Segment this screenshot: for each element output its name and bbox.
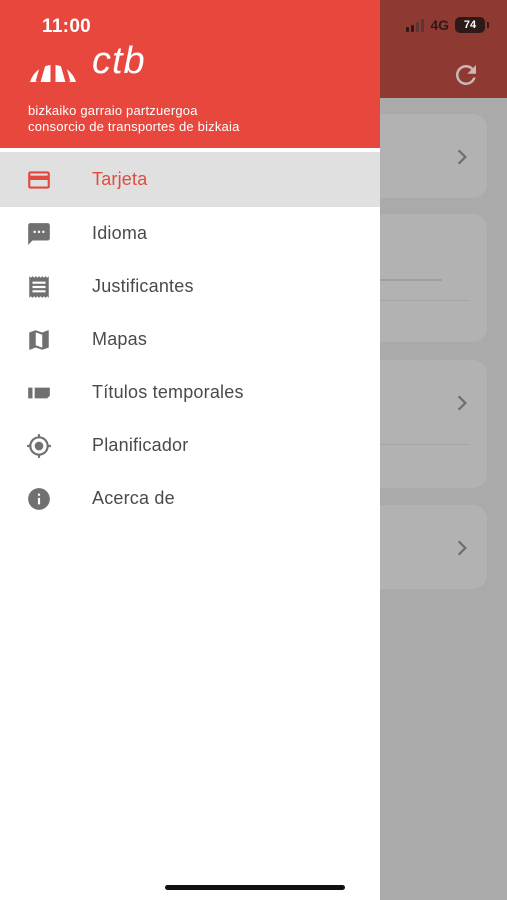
menu-item-acerca-de[interactable]: Acerca de xyxy=(0,472,380,525)
menu-item-idioma[interactable]: Idioma xyxy=(0,207,380,260)
status-time: 11:00 xyxy=(42,16,92,37)
refresh-icon[interactable] xyxy=(451,60,481,90)
info-icon xyxy=(26,486,52,512)
map-icon xyxy=(26,327,52,353)
menu-item-label: Acerca de xyxy=(92,488,175,508)
network-type: 4G xyxy=(430,17,449,33)
chat-icon xyxy=(26,221,52,247)
menu-item-mapas[interactable]: Mapas xyxy=(0,313,380,366)
menu-item-label: Justificantes xyxy=(92,276,194,296)
chevron-right-icon xyxy=(457,540,467,556)
menu-item-label: Mapas xyxy=(92,329,148,349)
menu-item-label: Tarjeta xyxy=(92,169,148,189)
ctb-logo-icon xyxy=(30,50,76,83)
signal-icon xyxy=(406,18,425,32)
receipt-icon xyxy=(26,274,52,300)
chevron-right-icon xyxy=(457,395,467,411)
status-indicators: 4G 74 xyxy=(406,17,489,33)
menu-item-label: Planificador xyxy=(92,435,189,455)
battery-level: 74 xyxy=(463,19,477,31)
menu-item-justificantes[interactable]: Justificantes xyxy=(0,260,380,313)
menu-item-titulos-temporales[interactable]: Títulos temporales xyxy=(0,366,380,419)
brand-tagline-basque: bizkaiko garraio partzuergoa xyxy=(28,103,198,118)
menu-item-planificador[interactable]: Planificador xyxy=(0,419,380,472)
brand-name: ctb xyxy=(92,40,146,82)
battery-icon: 74 xyxy=(455,17,489,33)
card-icon xyxy=(26,167,52,193)
brand-tagline-spanish: consorcio de transportes de bizkaia xyxy=(28,119,240,134)
chevron-right-icon xyxy=(457,149,467,165)
menu-item-label: Idioma xyxy=(92,223,148,243)
location-icon xyxy=(26,433,52,459)
drawer-menu: Tarjeta Idioma Justificantes Mapas Títul xyxy=(0,152,380,525)
ticket-icon xyxy=(26,380,52,406)
navigation-drawer: ctb bizkaiko garraio partzuergoa consorc… xyxy=(0,0,380,900)
menu-item-label: Títulos temporales xyxy=(92,382,244,402)
menu-item-tarjeta[interactable]: Tarjeta xyxy=(0,152,380,207)
home-indicator[interactable] xyxy=(165,885,345,890)
